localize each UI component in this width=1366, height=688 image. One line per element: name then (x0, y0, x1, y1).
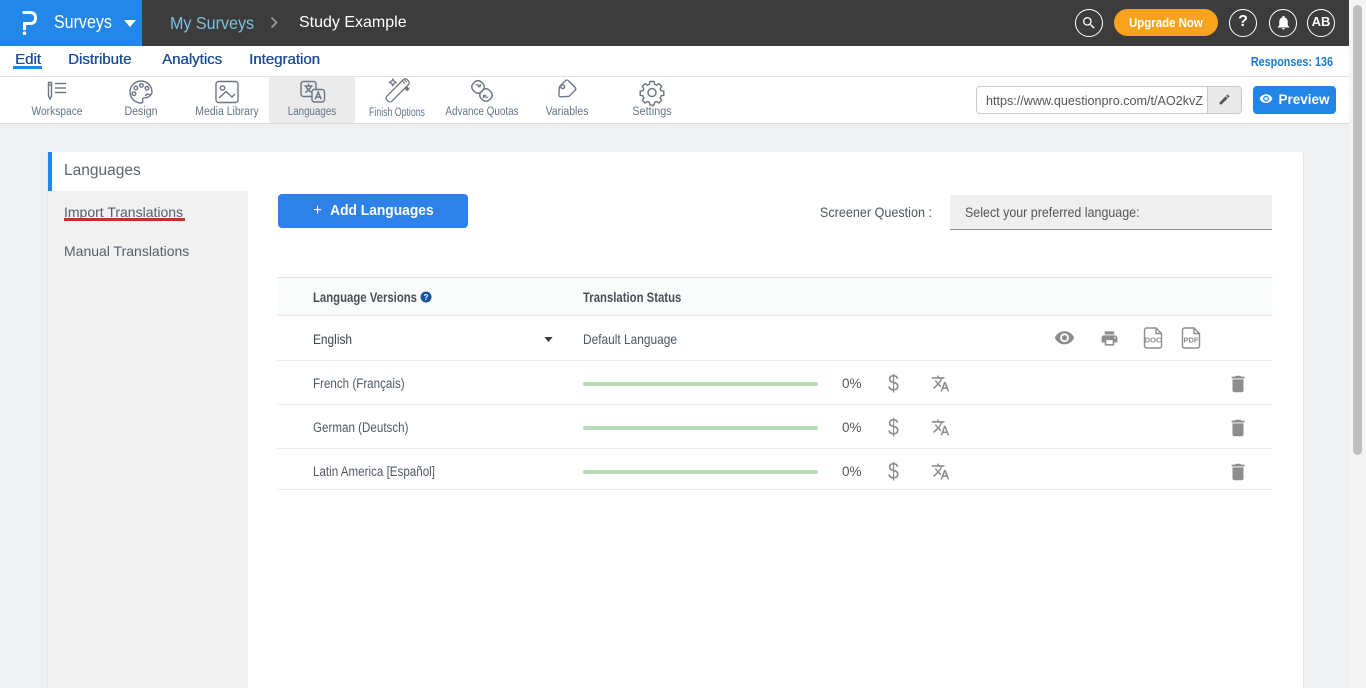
svg-text:?: ? (424, 293, 429, 302)
svg-text:PDF: PDF (1184, 336, 1199, 345)
svg-text:DOC: DOC (1145, 336, 1162, 345)
